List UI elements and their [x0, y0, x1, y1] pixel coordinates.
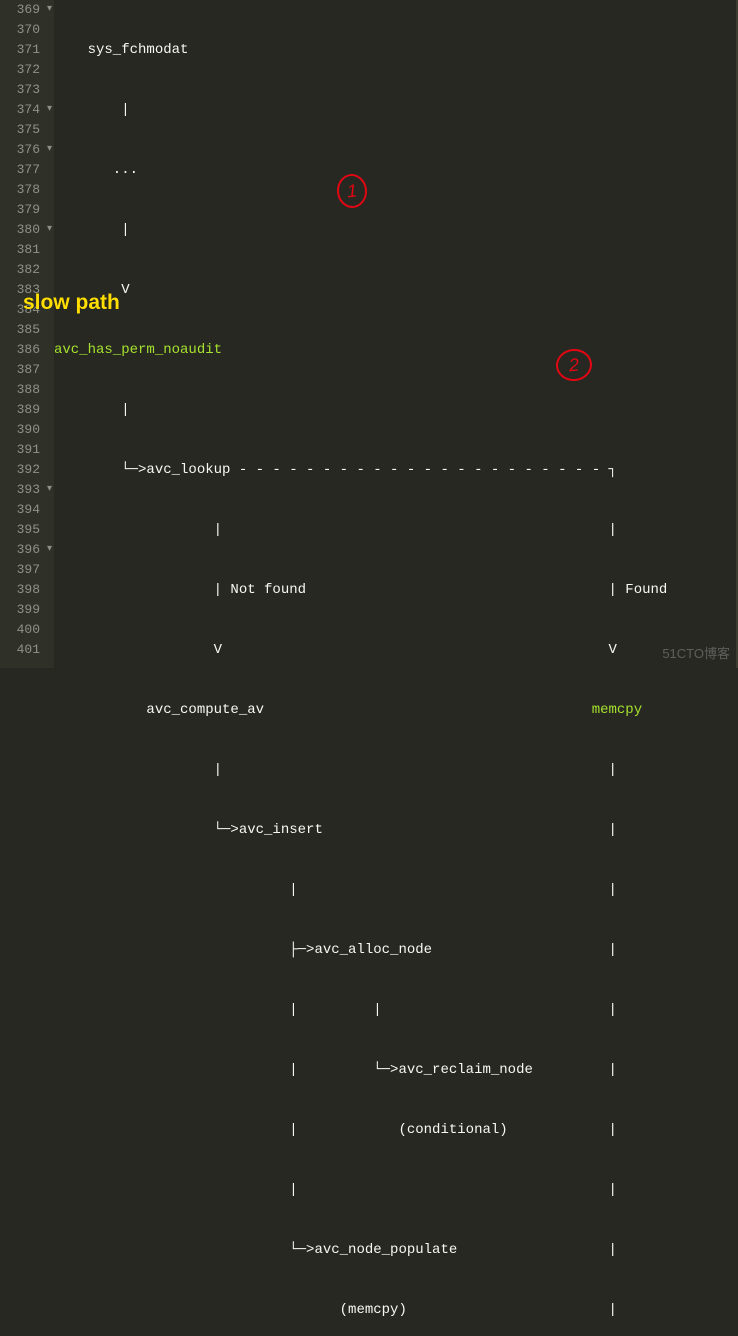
line-number: 401 — [0, 640, 40, 660]
code-line: | | — [54, 1182, 617, 1198]
code-line: V V — [54, 642, 617, 658]
line-number: 398 — [0, 580, 40, 600]
code-line: └─>avc_lookup - - - - - - - - - - - - - … — [54, 462, 617, 478]
line-number: 381 — [0, 240, 40, 260]
line-number-gutter: 3693703713723733743753763773783793803813… — [0, 0, 54, 668]
code-line: avc_compute_av — [54, 702, 592, 718]
annotation-slow-path: slow path — [23, 291, 120, 315]
line-number: 397 — [0, 560, 40, 580]
line-number: 374 — [0, 100, 40, 120]
line-number: 375 — [0, 120, 40, 140]
line-number: 389 — [0, 400, 40, 420]
function-name: memcpy — [592, 702, 642, 718]
line-number: 371 — [0, 40, 40, 60]
code-line: ... — [54, 162, 138, 178]
line-number: 392 — [0, 460, 40, 480]
code-line: | | — [54, 882, 617, 898]
line-number: 390 — [0, 420, 40, 440]
code-line: | └─>avc_reclaim_node | — [54, 1062, 617, 1078]
line-number: 370 — [0, 20, 40, 40]
line-number: 386 — [0, 340, 40, 360]
line-number: 378 — [0, 180, 40, 200]
code-editor: 3693703713723733743753763773783793803813… — [0, 0, 738, 668]
line-number: 400 — [0, 620, 40, 640]
code-line: (memcpy) | — [54, 1302, 617, 1318]
code-line: └─>avc_insert | — [54, 822, 617, 838]
code-area[interactable]: sys_fchmodat | ... | V avc_has_perm_noau… — [54, 0, 738, 668]
line-number: 387 — [0, 360, 40, 380]
line-number: 379 — [0, 200, 40, 220]
line-number: 394 — [0, 500, 40, 520]
code-line: | | — [54, 522, 617, 538]
function-name: avc_has_perm_noaudit — [54, 342, 222, 358]
line-number: 396 — [0, 540, 40, 560]
code-line: | (conditional) | — [54, 1122, 617, 1138]
line-number: 380 — [0, 220, 40, 240]
code-line: ├─>avc_alloc_node | — [54, 942, 617, 958]
line-number: 382 — [0, 260, 40, 280]
line-number: 395 — [0, 520, 40, 540]
code-line: | | — [54, 762, 617, 778]
code-line: | — [54, 102, 130, 118]
line-number: 385 — [0, 320, 40, 340]
line-number: 399 — [0, 600, 40, 620]
watermark: 51CTO博客 — [662, 643, 730, 662]
line-number: 376 — [0, 140, 40, 160]
code-line: | — [54, 402, 130, 418]
code-line: | Not found | Found — [54, 582, 667, 598]
line-number: 391 — [0, 440, 40, 460]
line-number: 369 — [0, 0, 40, 20]
code-line: └─>avc_node_populate | — [54, 1242, 617, 1258]
line-number: 377 — [0, 160, 40, 180]
code-line: sys_fchmodat — [54, 42, 188, 58]
code-line: | | | — [54, 1002, 617, 1018]
line-number: 388 — [0, 380, 40, 400]
code-line: | — [54, 222, 130, 238]
line-number: 393 — [0, 480, 40, 500]
line-number: 373 — [0, 80, 40, 100]
line-number: 372 — [0, 60, 40, 80]
